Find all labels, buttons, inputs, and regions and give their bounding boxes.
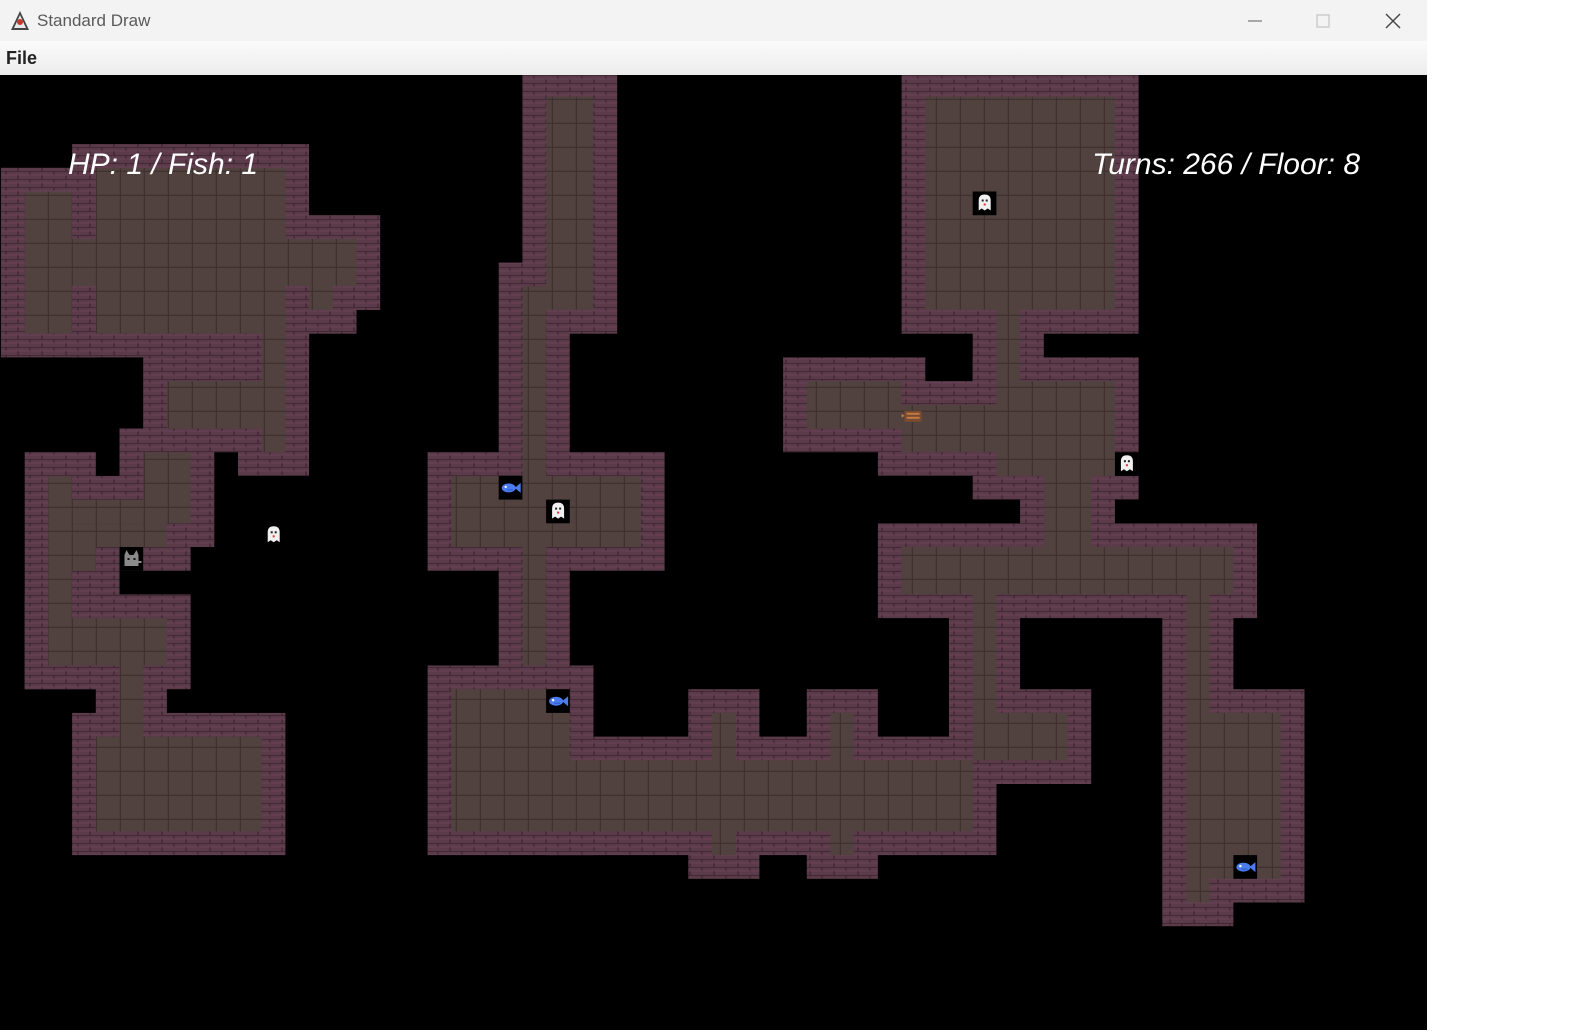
menu-file[interactable]: File: [0, 48, 43, 69]
stone-floor: [72, 238, 96, 287]
stone-floor: [569, 760, 973, 784]
menu-bar: File: [0, 41, 1427, 76]
maximize-icon: [1316, 13, 1330, 28]
ghost-icon: [546, 499, 570, 524]
stone-floor: [546, 96, 594, 310]
maximize-button[interactable]: [1290, 0, 1356, 41]
stone-floor: [72, 499, 167, 524]
stone-floor: [712, 712, 736, 856]
minimize-button[interactable]: [1222, 0, 1288, 41]
ghost-icon: [972, 191, 997, 216]
stone-floor: [569, 784, 973, 832]
stone-floor: [95, 736, 262, 832]
turns-floor-status: Turns: 266 / Floor: 8: [1092, 148, 1360, 181]
stone-floor: [522, 547, 547, 666]
stone-floor: [72, 523, 167, 547]
fish-icon: [1233, 855, 1258, 879]
window-title: Standard Draw: [37, 10, 151, 30]
stone-floor: [972, 594, 997, 761]
stone-floor: [166, 381, 262, 429]
dungeon-map: [1, 75, 1305, 927]
stone-floor: [996, 381, 1115, 476]
stone-floor: [72, 547, 96, 571]
stone-floor: [925, 96, 1115, 310]
stone-floor: [261, 310, 286, 453]
ghost-icon: [1114, 452, 1139, 476]
minimize-icon: [1248, 19, 1262, 22]
stone-floor: [901, 547, 1234, 595]
stone-floor: [1209, 712, 1281, 879]
title-bar[interactable]: Standard Draw: [0, 0, 1427, 41]
stone-floor: [95, 167, 286, 334]
stone-floor: [996, 712, 1068, 761]
close-button[interactable]: [1360, 0, 1426, 41]
fish-icon: [498, 475, 523, 500]
ghost-icon: [261, 523, 286, 547]
game-canvas[interactable]: HP: 1 / Fish: 1 Turns: 266 / Floor: 8: [0, 75, 1427, 1030]
stone-floor: [309, 286, 333, 310]
standard-draw-window: Standard Draw File HP: 1 / Fish: 1 Turns…: [0, 0, 1427, 1030]
close-icon: [1385, 13, 1401, 28]
stone-floor: [119, 665, 144, 737]
stone-floor: [996, 310, 1021, 382]
stone-floor: [24, 191, 73, 334]
stone-floor: [48, 618, 167, 666]
stone-floor: [1043, 475, 1092, 547]
stone-floor: [1186, 594, 1210, 903]
stone-floor: [830, 712, 855, 856]
hp-fish-status: HP: 1 / Fish: 1: [68, 148, 259, 181]
cat-player-icon: [119, 547, 144, 571]
stone-floor: [285, 238, 357, 287]
stone-floor: [806, 381, 902, 429]
java-duke-icon: [7, 8, 33, 34]
fish-icon: [546, 689, 570, 713]
